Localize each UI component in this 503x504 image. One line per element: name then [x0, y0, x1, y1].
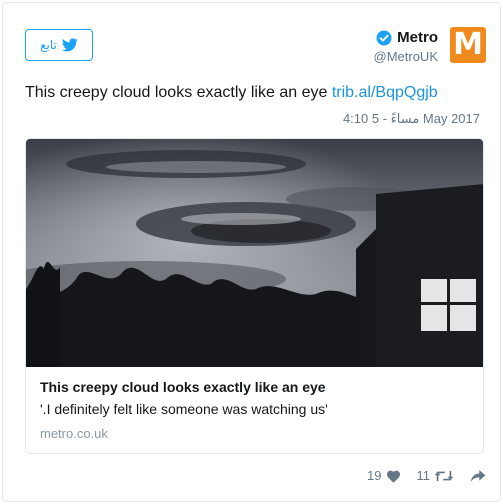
- tweet-timestamp[interactable]: 4:10 مساءً - 5 May 2017: [343, 111, 480, 127]
- retweet-action[interactable]: 11: [417, 468, 455, 483]
- logo-letter: M: [453, 27, 483, 62]
- card-description: '.I definitely felt like someone was wat…: [40, 401, 328, 417]
- follow-button[interactable]: تابع: [25, 29, 93, 61]
- card-body[interactable]: This creepy cloud looks exactly like an …: [26, 367, 483, 453]
- heart-icon: [386, 470, 400, 483]
- tweet-body: This creepy cloud looks exactly like an …: [25, 84, 328, 101]
- retweet-icon: [434, 470, 454, 481]
- verified-badge-icon: [376, 30, 392, 45]
- card-domain: metro.co.uk: [40, 426, 108, 441]
- tweet-actions: 19 11: [367, 468, 486, 483]
- follow-label: تابع: [40, 38, 57, 52]
- retweet-count: 11: [416, 468, 431, 483]
- tweet-text: This creepy cloud looks exactly like an …: [25, 84, 438, 102]
- embedded-tweet: M Metro @MetroUK تابع This creepy cloud …: [2, 2, 501, 502]
- card-title[interactable]: This creepy cloud looks exactly like an …: [40, 379, 471, 395]
- twitter-bird-icon: [61, 38, 78, 52]
- share-icon: [470, 469, 486, 482]
- share-action[interactable]: [470, 469, 486, 483]
- tweet-link[interactable]: trib.al/BqpQgjb: [332, 84, 438, 101]
- author-handle[interactable]: @MetroUK: [374, 49, 439, 64]
- like-count: 19: [367, 468, 382, 483]
- author-name-row: Metro: [374, 29, 438, 46]
- link-card[interactable]: This creepy cloud looks exactly like an …: [25, 138, 484, 454]
- like-action[interactable]: 19: [367, 468, 400, 483]
- metro-logo-icon[interactable]: M: [450, 27, 486, 63]
- card-image: [26, 139, 483, 367]
- author-name[interactable]: Metro: [397, 29, 438, 46]
- author-block[interactable]: Metro @MetroUK: [374, 29, 439, 64]
